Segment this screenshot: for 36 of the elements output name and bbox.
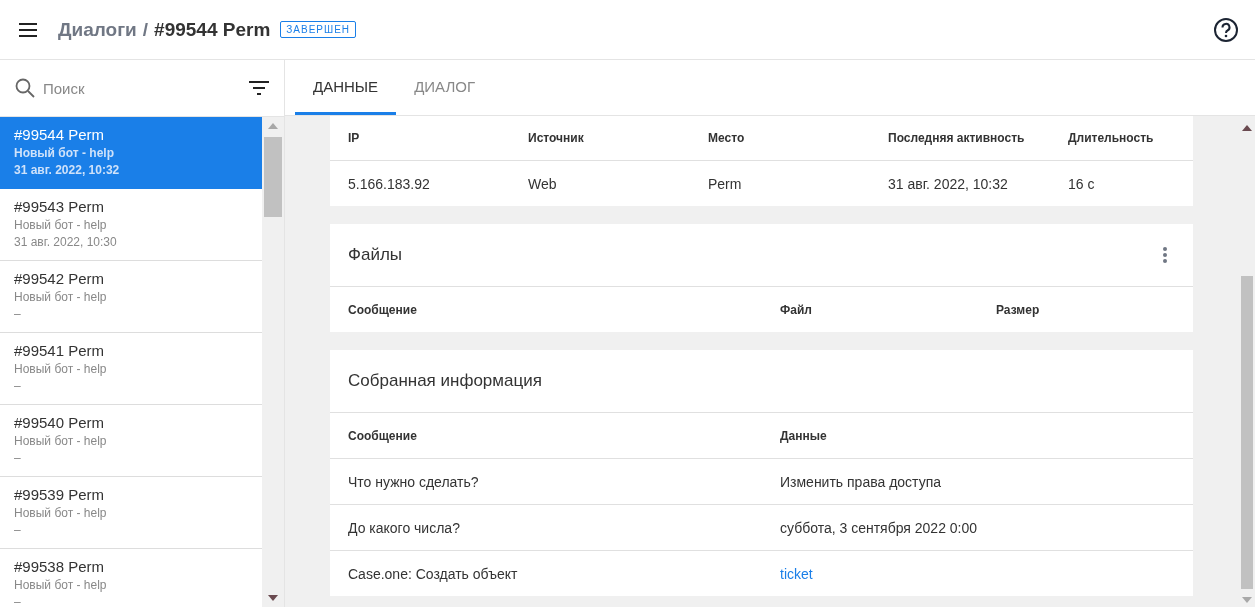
scroll-up-icon[interactable] (1242, 125, 1252, 131)
page-title: #99544 Perm (154, 18, 271, 41)
column-header: Место (708, 131, 746, 145)
column-header: Сообщение (348, 302, 418, 317)
card-title: Собранная информация (348, 371, 542, 391)
search-icon (14, 77, 36, 99)
status-badge: ЗАВЕРШЕН (280, 21, 357, 38)
scrollbar[interactable] (262, 117, 284, 607)
column-header: Данные (780, 428, 828, 443)
table-cell-text: Web (528, 175, 558, 192)
table-cell-text: Изменить права доступа (780, 473, 943, 490)
breadcrumb-separator: / (142, 18, 149, 41)
column-header: Размер (996, 302, 1041, 317)
table-cell-text: Что нужно сделать? (348, 473, 480, 490)
ticket-link[interactable]: ticket (780, 565, 1175, 582)
scrollbar-thumb[interactable] (264, 137, 282, 217)
table-cell-text: суббота, 3 сентября 2022 0:00 (780, 519, 979, 536)
column-header: Длительность (1068, 131, 1155, 145)
tab[interactable]: ДИАЛОГ (396, 60, 494, 115)
dialog-item[interactable]: #99544 Perm Новый бот - help 31 авг. 2022, 10:32 (0, 117, 263, 189)
table-cell-text: До какого числа? (348, 519, 461, 536)
card-title: Файлы (348, 245, 402, 265)
column-header: Последняя активность (888, 131, 1026, 145)
table-cell-text: 16 с (1068, 175, 1096, 192)
column-header: Файл (780, 302, 813, 317)
table-cell-text: 31 авг. 2022, 10:32 (888, 175, 1009, 192)
table-cell-text: Perm (708, 175, 743, 192)
breadcrumb-link[interactable]: Диалоги (58, 18, 137, 41)
help-icon[interactable] (1213, 16, 1239, 43)
column-header: Источник (528, 131, 585, 145)
table-cell-text: 5.166.183.92 (348, 175, 431, 192)
column-header: IP (348, 131, 361, 145)
scrollbar-thumb[interactable] (1241, 276, 1253, 589)
scroll-down-icon[interactable] (268, 595, 279, 601)
column-header: Сообщение (348, 428, 418, 443)
table-cell-text: Case.one: Создать объект (348, 565, 519, 582)
